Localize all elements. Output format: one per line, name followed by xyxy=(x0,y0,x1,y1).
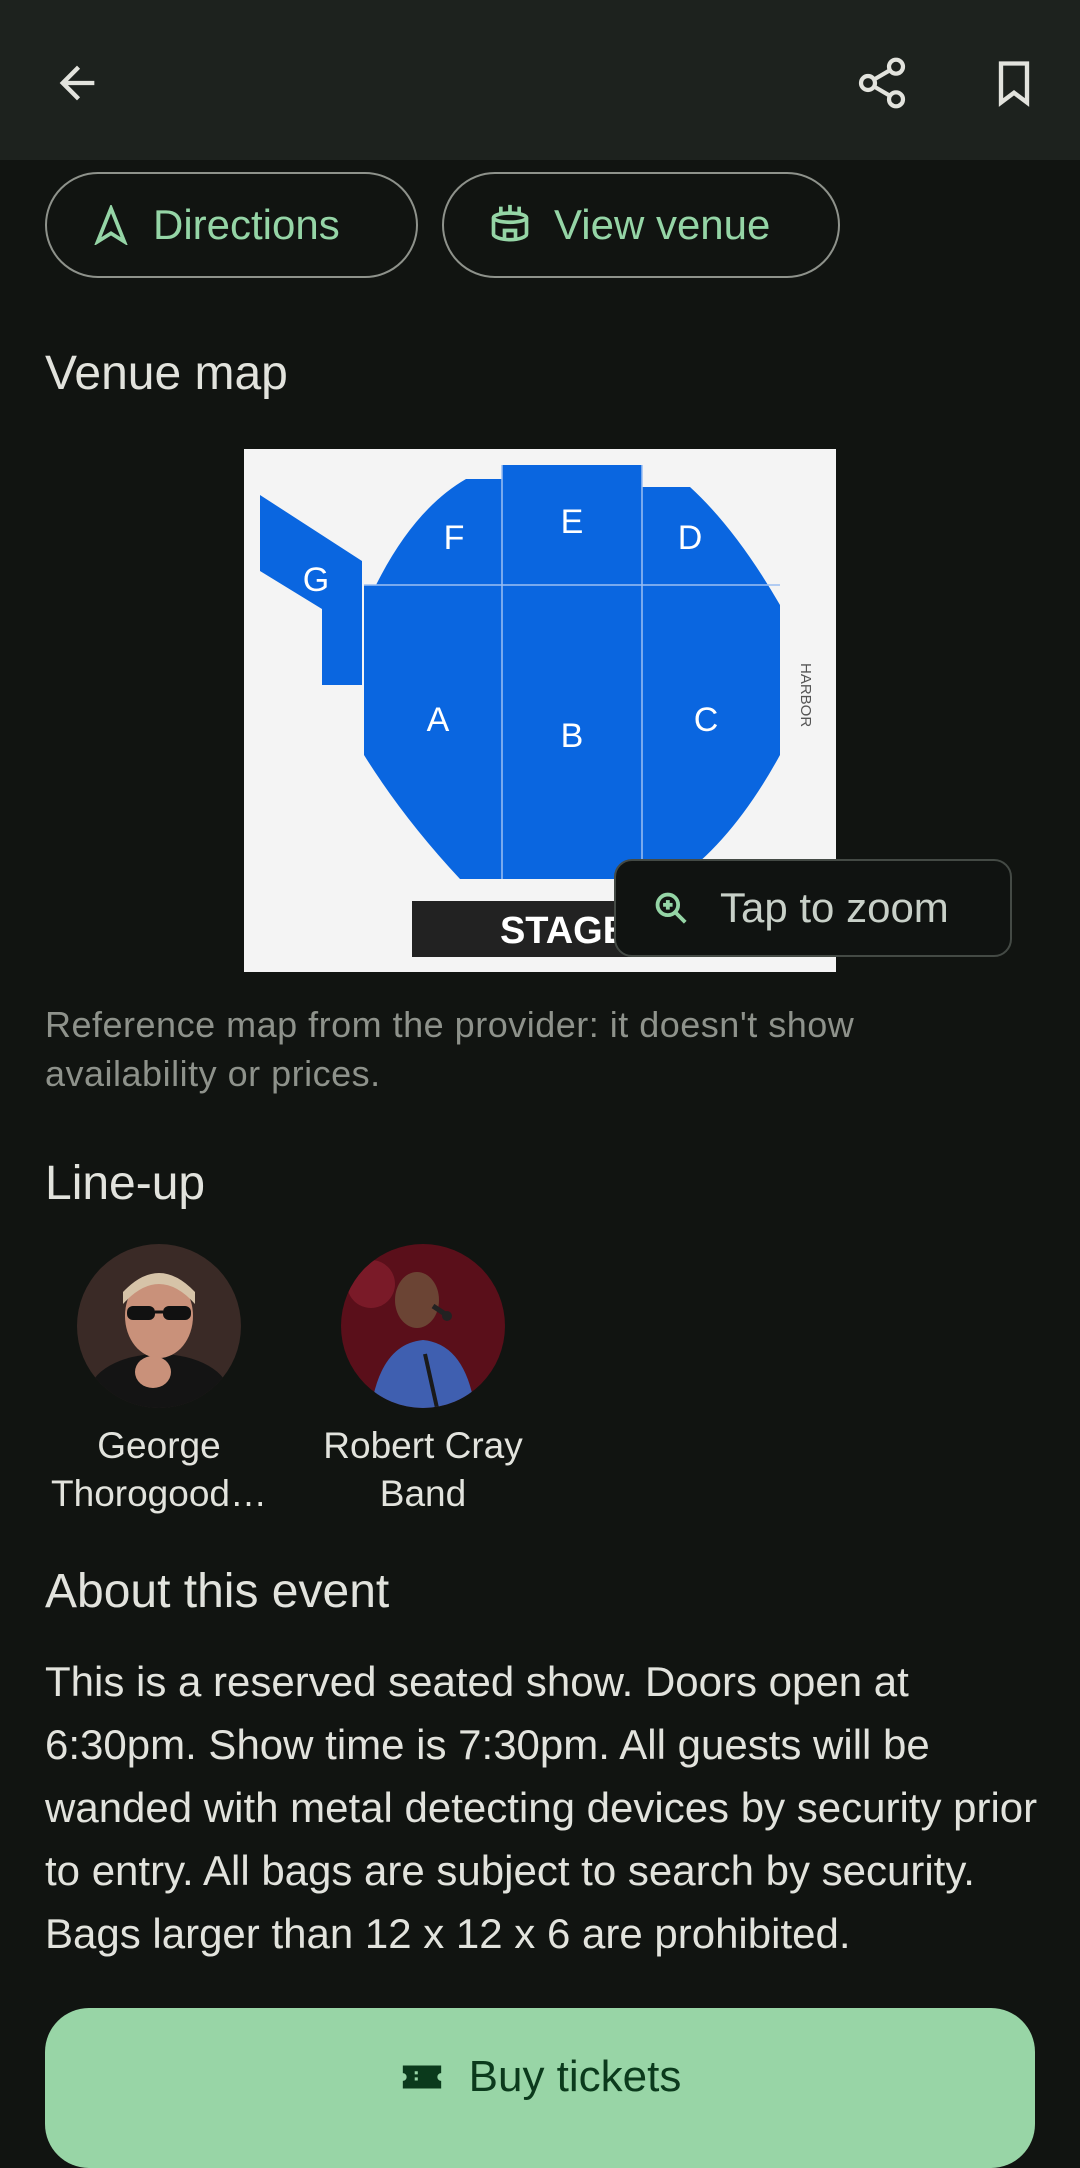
artist-card[interactable]: George Thorogood… xyxy=(44,1244,274,1518)
lineup-title: Line-up xyxy=(45,1157,206,1210)
about-text: This is a reserved seated show. Doors op… xyxy=(45,1658,1038,1978)
tap-to-zoom-label: Tap to zoom xyxy=(720,884,949,931)
artist-name-line: Robert Cray xyxy=(323,1425,523,1466)
section-label-g: G xyxy=(303,561,329,599)
artist-name-line: George xyxy=(97,1425,221,1466)
section-label-f: F xyxy=(444,519,465,557)
section-label-b: B xyxy=(561,717,584,755)
avatar xyxy=(341,1244,505,1408)
share-button[interactable] xyxy=(834,35,930,131)
side-label: HARBOR xyxy=(797,663,814,727)
bookmark-icon xyxy=(998,61,1030,107)
section-label-d: D xyxy=(678,519,703,557)
stadium-icon xyxy=(491,204,529,242)
share-icon xyxy=(858,57,906,109)
venue-map-caption: Reference map from the provider: it does… xyxy=(45,1004,855,1094)
section-label-c: C xyxy=(694,701,719,739)
arrow-left-icon xyxy=(59,65,95,101)
ticket-icon xyxy=(402,2065,441,2089)
back-button[interactable] xyxy=(29,35,125,131)
venue-map-title: Venue map xyxy=(45,347,288,400)
stage-label: STAGE xyxy=(500,910,628,952)
buy-tickets-label: Buy tickets xyxy=(468,2052,682,2101)
avatar xyxy=(77,1244,241,1408)
directions-button[interactable]: Directions xyxy=(45,172,418,278)
view-venue-button[interactable]: View venue xyxy=(442,172,840,278)
artist-name-line: Band xyxy=(379,1473,467,1514)
bookmark-button[interactable] xyxy=(966,35,1062,131)
artist-card[interactable]: Robert Cray Band xyxy=(308,1244,538,1518)
buy-tickets-button[interactable]: Buy tickets xyxy=(45,2008,1035,2168)
section-label-e: E xyxy=(561,503,584,541)
artist-name: Robert Cray Band xyxy=(308,1422,538,1518)
top-app-bar xyxy=(0,0,1080,160)
tap-to-zoom-button[interactable]: Tap to zoom xyxy=(614,859,1012,957)
directions-label: Directions xyxy=(153,201,340,248)
artist-name: George Thorogood… xyxy=(44,1422,274,1518)
view-venue-label: View venue xyxy=(554,201,771,248)
zoom-in-icon xyxy=(655,892,687,924)
about-title: About this event xyxy=(45,1565,390,1618)
artist-name-line: Thorogood… xyxy=(51,1473,267,1514)
section-label-a: A xyxy=(427,701,450,739)
navigation-arrow-icon xyxy=(94,205,128,245)
